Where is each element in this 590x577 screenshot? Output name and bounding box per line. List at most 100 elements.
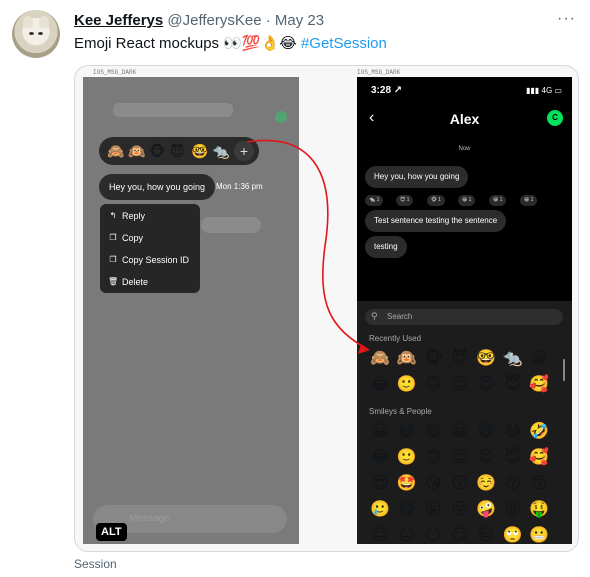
emoji-key[interactable]: 😄	[420, 422, 447, 442]
emoji-key[interactable]: 😊	[473, 448, 500, 468]
emoji-key[interactable]: ☺️	[473, 474, 500, 494]
reaction-emoji[interactable]: 😈	[170, 142, 185, 160]
emoji-key[interactable]: 😬	[526, 526, 553, 544]
emoji-key[interactable]: 🥰	[526, 448, 553, 468]
emoji-key[interactable]: 😍	[367, 474, 394, 494]
emoji-search-input[interactable]: ⚲ Search	[365, 309, 563, 325]
emoji-key[interactable]: 😶	[420, 526, 447, 544]
reaction-emoji[interactable]: 🙈	[107, 142, 124, 160]
emoji-key[interactable]: 😗	[447, 474, 474, 494]
emoji-key[interactable]: 😛	[420, 500, 447, 520]
emoji-key[interactable]: 😀	[526, 349, 553, 369]
emoji-key[interactable]: 😇	[500, 375, 527, 395]
emoji-key[interactable]: 🙂	[394, 448, 421, 468]
scrollbar[interactable]	[563, 359, 565, 381]
reaction-chip[interactable]: 😀 1	[520, 195, 538, 206]
emoji-key[interactable]: 😆	[473, 422, 500, 442]
blurred-avatar	[275, 111, 287, 123]
tweet-header: Kee Jefferys @JefferysKee · May 23	[74, 12, 324, 29]
contact-avatar[interactable]: C	[547, 110, 563, 126]
emoji-key[interactable]: 😚	[500, 474, 527, 494]
author-name[interactable]: Kee Jefferys	[74, 12, 163, 29]
cat-ear-right	[39, 16, 49, 28]
conversation-title: Alex	[449, 111, 480, 127]
reaction-emoji[interactable]: 🐵	[149, 142, 165, 160]
mockup-label: IOS_MSG_DARK	[93, 69, 137, 76]
emoji-key[interactable]: 😙	[526, 474, 553, 494]
emoji-key[interactable]: 😏	[447, 526, 474, 544]
reply-icon: ↰	[109, 211, 117, 220]
message-bubble[interactable]: Test sentence testing the sentence	[365, 210, 507, 232]
menu-item-reply[interactable]: ↰ Reply	[100, 205, 200, 227]
tweet-text-body: Emoji React mockups 👀💯👌😂	[74, 35, 301, 52]
tweet-media[interactable]: IOS_MSG_DARK 🙈 🙉 🐵 😈 🤓 🐀 + Hey you, how …	[74, 65, 579, 552]
reaction-emoji[interactable]: 🐀	[212, 142, 229, 160]
emoji-key[interactable]: 😅	[500, 422, 527, 442]
emoji-key[interactable]: 😃	[394, 422, 421, 442]
emoji-key[interactable]: 😒	[473, 526, 500, 544]
mockup-label: IOS_MSG_DARK	[357, 69, 401, 76]
emoji-key[interactable]: 🙃	[420, 448, 447, 468]
menu-item-delete[interactable]: 🗑 Delete	[100, 271, 200, 293]
emoji-key[interactable]: 😂	[367, 375, 394, 395]
emoji-key[interactable]: 🙈	[367, 349, 394, 369]
author-handle[interactable]: @JefferysKee	[167, 12, 261, 29]
emoji-key[interactable]: 🤓	[473, 349, 500, 369]
menu-item-copy[interactable]: ❐ Copy	[100, 227, 200, 249]
emoji-key[interactable]: 😐	[367, 526, 394, 544]
add-reaction-button[interactable]: +	[234, 141, 254, 161]
composer-placeholder: Message	[129, 513, 170, 524]
emoji-key[interactable]: 😝	[500, 500, 527, 520]
emoji-key[interactable]: 😁	[447, 422, 474, 442]
emoji-key[interactable]: 🥰	[526, 375, 553, 395]
reaction-chip[interactable]: 😈 1	[396, 195, 414, 206]
emoji-key[interactable]: 😋	[394, 500, 421, 520]
emoji-key[interactable]: 🐀	[500, 349, 527, 369]
emoji-key[interactable]: 😜	[447, 500, 474, 520]
author-avatar[interactable]	[12, 10, 60, 58]
tweet: Kee Jefferys @JefferysKee · May 23 ··· E…	[0, 0, 590, 577]
menu-item-copy-session-id[interactable]: ❐ Copy Session ID	[100, 249, 200, 271]
blurred-header	[113, 103, 233, 117]
alt-badge[interactable]: ALT	[96, 523, 127, 541]
emoji-key[interactable]: 🙃	[420, 375, 447, 395]
emoji-key[interactable]: 😈	[447, 349, 474, 369]
message-bubble[interactable]: Hey you, how you going	[99, 174, 216, 200]
message-bubble[interactable]: Hey you, how you going	[365, 166, 469, 188]
tweet-date[interactable]: May 23	[275, 12, 324, 29]
separator: ·	[265, 12, 271, 29]
message-timestamp: Mon 1:36 pm	[216, 182, 263, 191]
reaction-chip[interactable]: 😀 1	[458, 195, 476, 206]
reaction-chip[interactable]: 😀 1	[489, 195, 507, 206]
media-caption: Session	[74, 557, 117, 571]
emoji-key[interactable]: 😑	[394, 526, 421, 544]
emoji-key[interactable]: 🤣	[526, 422, 553, 442]
emoji-key[interactable]: 🙂	[394, 375, 421, 395]
emoji-keyboard: ⚲ Search Recently Used 🙈 🙉 🐵 😈 🤓 🐀 😀 😂 🙂 🙃 😉 😊 😇 🥰 Sm…	[357, 301, 572, 544]
emoji-key[interactable]: 🤑	[526, 500, 553, 520]
reaction-chip[interactable]: 🐵 1	[427, 195, 445, 206]
emoji-key[interactable]: 🙄	[500, 526, 527, 544]
emoji-key[interactable]: 🥲	[367, 500, 394, 520]
more-options-icon[interactable]: ···	[557, 10, 576, 28]
emoji-key[interactable]: 😉	[447, 448, 474, 468]
hashtag-link[interactable]: #GetSession	[301, 35, 387, 52]
emoji-key[interactable]: 😉	[447, 375, 474, 395]
smileys-emoji-grid: 😀 😃 😄 😁 😆 😅 🤣 😂 🙂 🙃 😉 😊 😇 🥰 😍 🤩 😘 😗 ☺️ 😚 😙 🥲 😋 😛 😜 🤪 😝 🤑 😐 😑 😶 😏 😒 🙄 😬	[367, 422, 553, 544]
reaction-emoji[interactable]: 🤓	[191, 142, 208, 160]
emoji-key[interactable]: 🐵	[420, 349, 447, 369]
menu-item-label: Copy Session ID	[122, 255, 190, 265]
emoji-key[interactable]: 😀	[367, 422, 394, 442]
reaction-chip[interactable]: 🐀 1	[365, 195, 384, 206]
emoji-key[interactable]: 🤩	[394, 474, 421, 494]
menu-item-label: Copy	[122, 233, 144, 243]
emoji-key[interactable]: 😘	[420, 474, 447, 494]
emoji-key[interactable]: 😇	[500, 448, 527, 468]
reaction-emoji[interactable]: 🙉	[128, 142, 145, 160]
emoji-key[interactable]: 🤪	[473, 500, 500, 520]
emoji-key[interactable]: 🙉	[394, 349, 421, 369]
message-bubble[interactable]: testing	[365, 236, 407, 258]
emoji-key[interactable]: 😊	[473, 375, 500, 395]
menu-item-label: Reply	[122, 211, 146, 221]
emoji-key[interactable]: 😂	[367, 448, 394, 468]
